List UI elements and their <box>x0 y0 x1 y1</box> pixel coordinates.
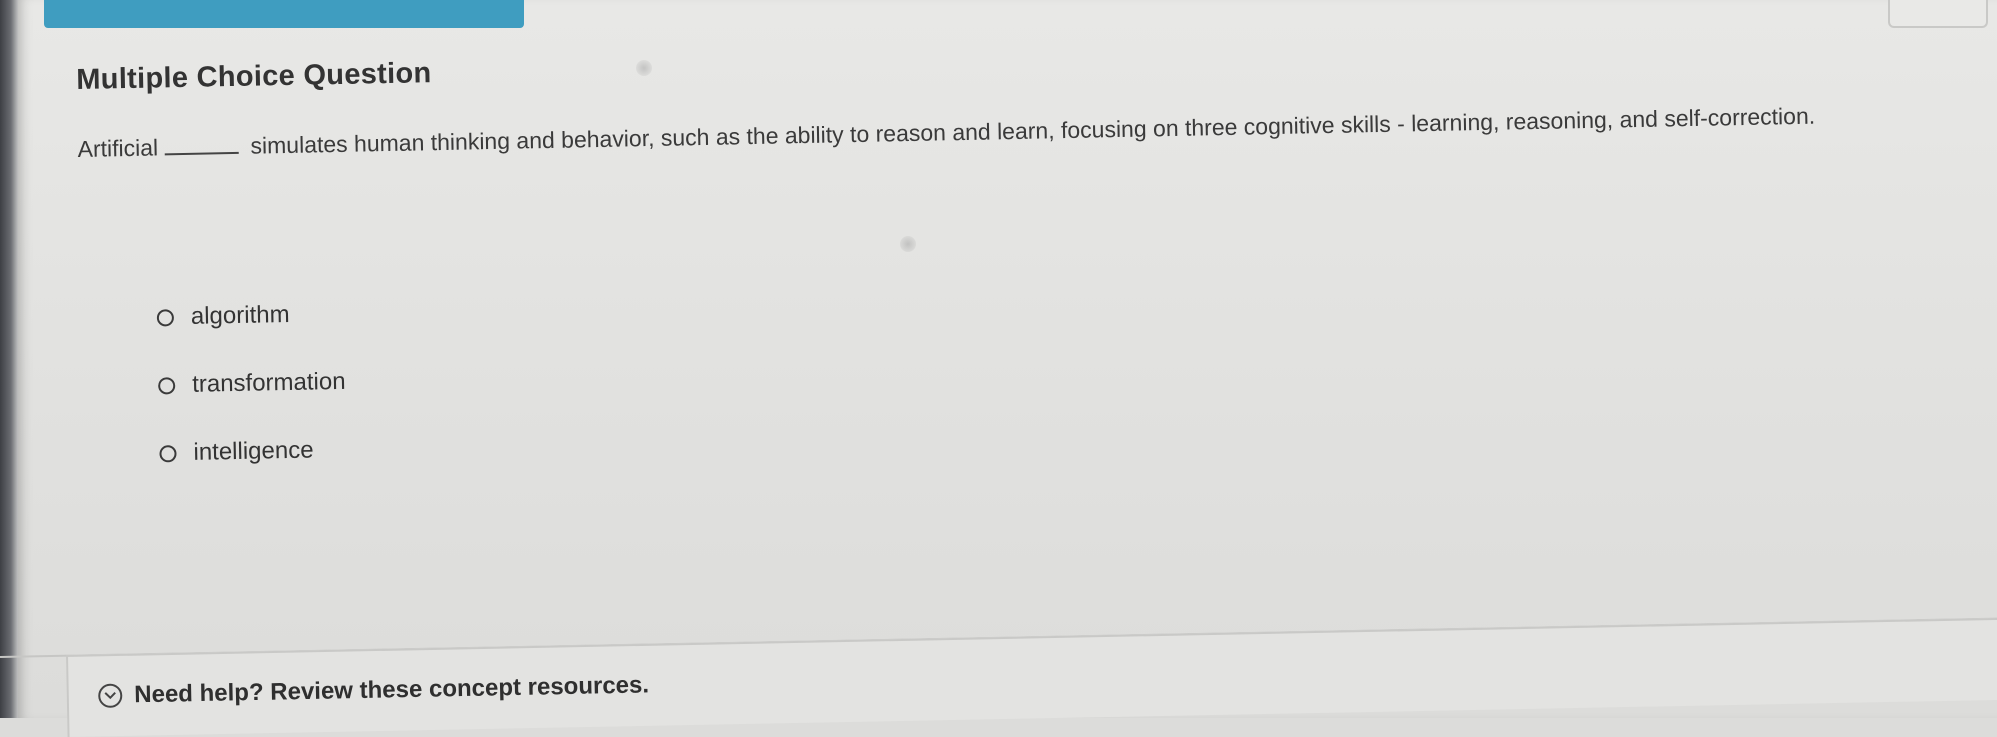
screen-edge <box>0 0 18 718</box>
answer-blank <box>163 137 239 156</box>
question-text: Artificial simulates human thinking and … <box>77 95 1957 167</box>
radio-icon[interactable] <box>156 308 175 326</box>
question-body: simulates human thinking and behavior, s… <box>250 102 1816 159</box>
radio-icon[interactable] <box>158 376 176 394</box>
answer-options: algorithm transformation intelligence <box>156 249 1964 488</box>
question-content: Multiple Choice Question Artificial simu… <box>76 28 1964 489</box>
top-right-control[interactable] <box>1888 0 1988 28</box>
question-prefix: Artificial <box>77 134 159 162</box>
chevron-down-circle-icon[interactable] <box>98 683 123 708</box>
top-progress-bar <box>44 0 524 28</box>
option-label: transformation <box>191 367 346 398</box>
option-label: intelligence <box>193 436 314 466</box>
radio-icon[interactable] <box>159 444 177 462</box>
option-label: algorithm <box>190 300 290 330</box>
